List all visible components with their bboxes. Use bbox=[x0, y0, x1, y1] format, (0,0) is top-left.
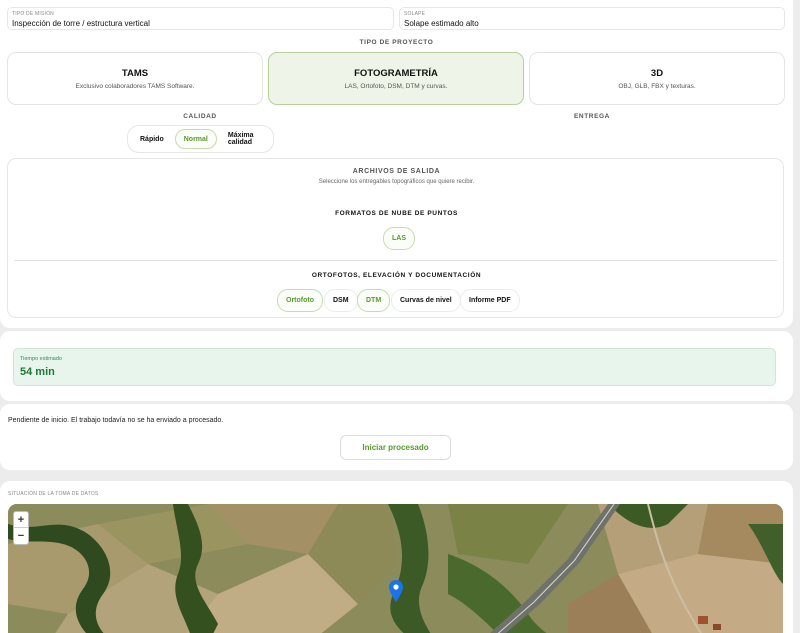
zoom-in-button[interactable]: + bbox=[14, 512, 28, 528]
point-cloud-title: FORMATOS DE NUBE DE PUNTOS bbox=[335, 210, 458, 217]
map-zoom-control: + − bbox=[13, 511, 29, 545]
project-option-title: TAMS bbox=[121, 68, 149, 79]
mission-type-label: TIPO DE MISIÓN bbox=[12, 11, 54, 17]
overlap-value: Solape estimado alto bbox=[404, 19, 479, 28]
output-files-title: ARCHIVOS DE SALIDA bbox=[352, 168, 441, 175]
status-message: Pendiente de inicio. El trabajo todavía … bbox=[8, 417, 224, 424]
mission-type-value: Inspección de torre / estructura vertica… bbox=[12, 19, 150, 28]
estimated-time-label: Tiempo estimado bbox=[20, 356, 62, 362]
project-option-subtitle: Exclusivo colaboradores TAMS Software. bbox=[75, 83, 195, 90]
overlap-field: SOLAPE Solape estimado alto bbox=[399, 7, 785, 30]
mission-type-field: TIPO DE MISIÓN Inspección de torre / est… bbox=[7, 7, 394, 30]
map-section-label: SITUACIÓN DE LA TOMA DE DATOS bbox=[8, 491, 99, 497]
satellite-imagery bbox=[8, 504, 783, 633]
start-processing-button[interactable]: Iniciar procesado bbox=[340, 435, 451, 460]
output-option-dsm[interactable]: DSM bbox=[324, 289, 358, 312]
output-files-subtitle: Seleccione los entregables topográficos … bbox=[318, 179, 475, 185]
project-option-subtitle: LAS, Ortofoto, DSM, DTM y curvas. bbox=[344, 83, 448, 90]
delivery-title: ENTREGA bbox=[574, 113, 610, 120]
output-option-ortofoto[interactable]: Ortofoto bbox=[277, 289, 323, 312]
satellite-map[interactable]: + − bbox=[8, 504, 783, 633]
output-option-contours[interactable]: Curvas de nivel bbox=[391, 289, 461, 312]
estimated-time-box: Tiempo estimado 54 min bbox=[13, 348, 776, 386]
output-files-panel: ARCHIVOS DE SALIDA Seleccione los entreg… bbox=[7, 158, 784, 318]
section-divider bbox=[14, 260, 777, 261]
project-type-title: TIPO DE PROYECTO bbox=[359, 39, 434, 46]
format-option-las[interactable]: LAS bbox=[383, 227, 415, 250]
quality-option-max[interactable]: Máxima calidad bbox=[218, 129, 270, 149]
zoom-out-button[interactable]: − bbox=[14, 528, 28, 544]
project-option-photogrammetry[interactable]: FOTOGRAMETRÍA LAS, Ortofoto, DSM, DTM y … bbox=[268, 52, 524, 105]
overlap-label: SOLAPE bbox=[404, 11, 426, 17]
processing-status-card: Pendiente de inicio. El trabajo todavía … bbox=[0, 404, 793, 470]
estimated-time-value: 54 min bbox=[20, 366, 55, 378]
quality-selector: Rápido Normal Máxima calidad bbox=[127, 125, 274, 153]
project-option-subtitle: OBJ, GLB, FBX y texturas. bbox=[618, 83, 696, 90]
quality-option-fast[interactable]: Rápido bbox=[131, 129, 173, 149]
estimate-card: Tiempo estimado 54 min bbox=[0, 331, 793, 401]
map-card: SITUACIÓN DE LA TOMA DE DATOS + − bbox=[0, 481, 793, 633]
quality-title: CALIDAD bbox=[183, 113, 217, 120]
map-pin-icon[interactable] bbox=[389, 580, 403, 602]
output-option-dtm[interactable]: DTM bbox=[357, 289, 391, 312]
project-option-title: FOTOGRAMETRÍA bbox=[354, 68, 438, 79]
project-option-3d[interactable]: 3D OBJ, GLB, FBX y texturas. bbox=[529, 52, 785, 105]
project-option-tams[interactable]: TAMS Exclusivo colaboradores TAMS Softwa… bbox=[7, 52, 263, 105]
output-option-pdf-report[interactable]: Informe PDF bbox=[460, 289, 520, 312]
project-config-card: TIPO DE MISIÓN Inspección de torre / est… bbox=[0, 0, 793, 328]
project-option-title: 3D bbox=[650, 68, 664, 79]
quality-option-normal[interactable]: Normal bbox=[174, 129, 217, 149]
ortho-section-title: ORTOFOTOS, ELEVACIÓN Y DOCUMENTACIÓN bbox=[311, 272, 482, 279]
